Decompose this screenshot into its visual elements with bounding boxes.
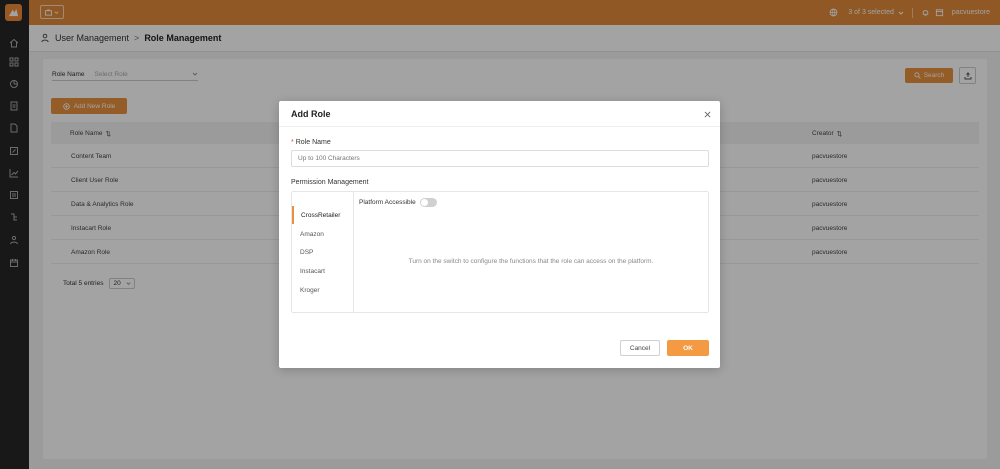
role-name-input[interactable] — [291, 150, 709, 167]
tab-kroger[interactable]: Kroger — [292, 281, 353, 299]
permission-label: Permission Management — [291, 179, 369, 186]
close-icon — [704, 111, 710, 117]
permission-content: Platform Accessible Turn on the switch t… — [354, 192, 708, 312]
close-button[interactable] — [702, 109, 712, 119]
dialog-header: Add Role — [279, 101, 720, 127]
tab-dsp[interactable]: DSP — [292, 243, 353, 261]
ok-button[interactable]: OK — [667, 340, 709, 356]
tab-crossretailer[interactable]: CrossRetailer — [292, 206, 353, 224]
platform-access-toggle[interactable] — [419, 198, 437, 207]
platform-access-label: Platform Accessible — [359, 199, 416, 206]
platform-tabs: CrossRetailer Amazon DSP Instacart Kroge… — [292, 192, 354, 312]
tab-amazon[interactable]: Amazon — [292, 225, 353, 243]
permission-panel: CrossRetailer Amazon DSP Instacart Kroge… — [291, 191, 709, 313]
permission-hint: Turn on the switch to configure the func… — [408, 258, 654, 265]
cancel-button[interactable]: Cancel — [620, 340, 660, 356]
required-mark: * — [291, 139, 294, 146]
dialog-title: Add Role — [291, 109, 331, 119]
tab-instacart[interactable]: Instacart — [292, 262, 353, 280]
add-role-dialog: Add Role *Role Name Permission Managemen… — [279, 101, 720, 368]
role-name-label-text: Role Name — [295, 139, 331, 146]
role-name-label: * Role Name — [291, 139, 331, 146]
platform-access-row: Platform Accessible — [359, 198, 437, 207]
